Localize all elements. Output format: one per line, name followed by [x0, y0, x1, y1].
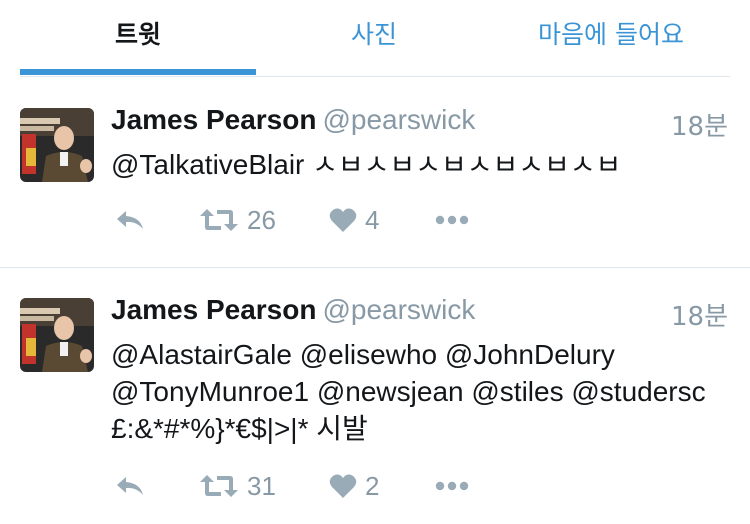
more-icon	[435, 481, 469, 491]
handle[interactable]: @pearswick	[322, 294, 475, 325]
tab-tweets[interactable]: 트윗	[20, 18, 256, 52]
tabs-divider	[20, 76, 730, 77]
tab-likes[interactable]: 마음에 들어요	[492, 18, 730, 52]
timestamp: 18분	[670, 302, 728, 332]
tweet[interactable]: James Pearson @pearswick 18분 @TalkativeBl…	[0, 78, 750, 268]
reply-button[interactable]	[115, 202, 145, 238]
tweet-actions: 31 2	[111, 468, 711, 504]
like-count: 4	[365, 204, 380, 235]
handle[interactable]: @pearswick	[322, 104, 475, 135]
timestamp: 18분	[670, 112, 728, 142]
reply-icon	[117, 477, 143, 495]
tweet-text-line: £:&*#*%}*€$|>|* 시발	[111, 413, 368, 444]
tweet-actions: 26 4	[111, 202, 711, 238]
like-button[interactable]: 4	[329, 202, 379, 238]
retweet-button[interactable]: 31	[199, 468, 276, 504]
display-name[interactable]: James Pearson	[111, 104, 316, 135]
more-button[interactable]	[435, 468, 469, 504]
retweet-button[interactable]: 26	[199, 202, 276, 238]
tweet-header: James Pearson @pearswick	[111, 104, 475, 144]
tweet-text-line: @TalkativeBlair ㅅㅂㅅㅂㅅㅂㅅㅂㅅㅂㅅㅂ	[111, 149, 622, 180]
retweet-icon	[200, 475, 238, 497]
like-count: 2	[365, 470, 380, 501]
reply-icon	[117, 211, 143, 229]
avatar-image	[20, 108, 94, 182]
tweet-header: James Pearson @pearswick	[111, 294, 475, 334]
profile-tabs: 트윗 사진 마음에 들어요	[0, 0, 750, 78]
retweet-count: 26	[247, 204, 276, 235]
heart-icon	[329, 208, 357, 232]
tab-photos[interactable]: 사진	[256, 18, 492, 52]
more-icon	[435, 215, 469, 225]
reply-button[interactable]	[115, 468, 145, 504]
tweet-text: @AlastairGale @elisewho @JohnDelury @Ton…	[111, 336, 736, 447]
avatar-image	[20, 298, 94, 372]
heart-icon	[329, 474, 357, 498]
retweet-count: 31	[247, 470, 276, 501]
tweet-text: @TalkativeBlair ㅅㅂㅅㅂㅅㅂㅅㅂㅅㅂㅅㅂ	[111, 146, 736, 183]
retweet-icon	[200, 209, 238, 231]
like-button[interactable]: 2	[329, 468, 379, 504]
tweet-text-line: @TonyMunroe1 @newsjean @stiles @studersc	[111, 376, 706, 407]
active-tab-indicator	[20, 69, 256, 75]
display-name[interactable]: James Pearson	[111, 294, 316, 325]
tweet-text-line: @AlastairGale @elisewho @JohnDelury	[111, 339, 615, 370]
avatar[interactable]	[20, 108, 94, 182]
avatar[interactable]	[20, 298, 94, 372]
tweet[interactable]: James Pearson @pearswick 18분 @AlastairGal…	[0, 268, 750, 524]
more-button[interactable]	[435, 202, 469, 238]
